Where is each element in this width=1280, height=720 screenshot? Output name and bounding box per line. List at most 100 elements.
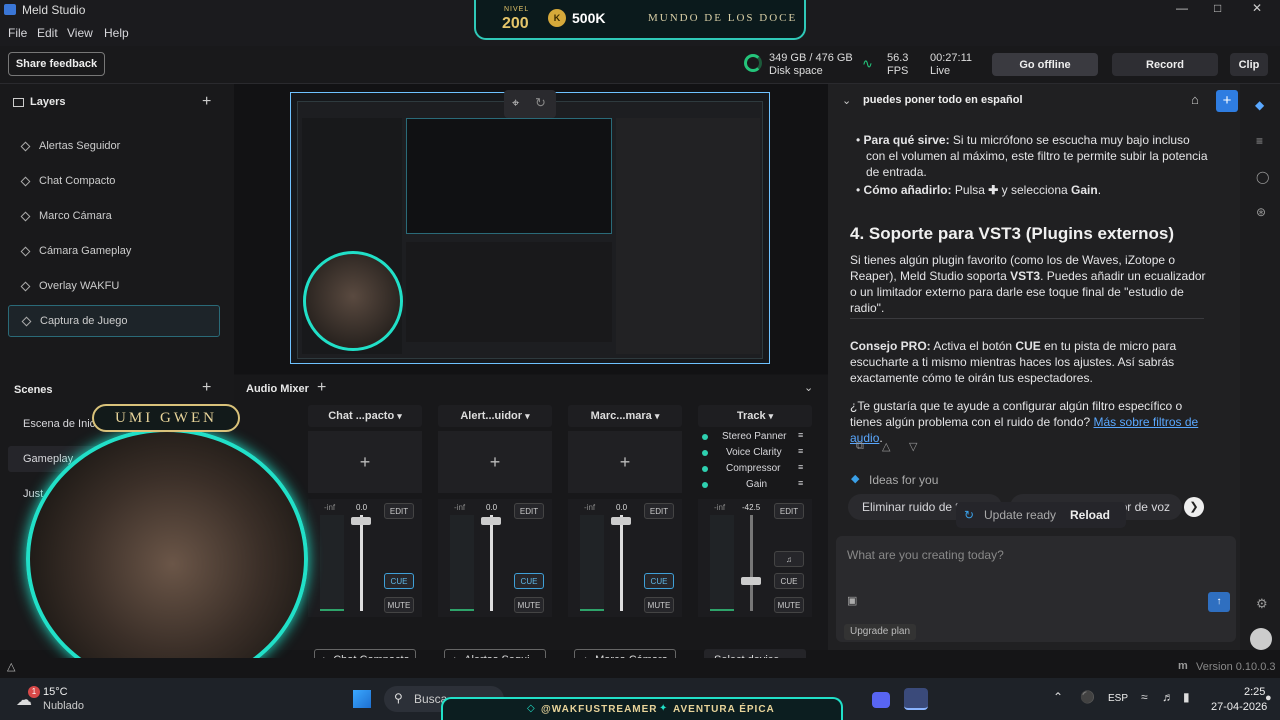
menu-edit[interactable]: Edit — [37, 26, 58, 40]
layer-alertas-seguidor[interactable]: Alertas Seguidor — [8, 130, 220, 162]
thumbs-down-icon[interactable]: ▽ — [909, 440, 917, 453]
layer-overlay-wakfu[interactable]: Overlay WAKFU — [8, 270, 220, 302]
scene-item[interactable]: Just — [23, 488, 43, 500]
edit-button[interactable]: EDIT — [774, 503, 804, 519]
start-button[interactable] — [353, 690, 371, 708]
menu-help[interactable]: Help — [104, 26, 129, 40]
mute-button[interactable]: MUTE — [644, 597, 674, 613]
crop-icon[interactable]: ⌖ — [512, 95, 519, 111]
reload-button[interactable]: Reload — [1070, 502, 1110, 528]
settings-icon[interactable]: ⚙ — [1256, 596, 1268, 612]
preview-canvas[interactable]: ⌖ ↻ — [234, 84, 828, 374]
close-icon[interactable]: ✕ — [1252, 1, 1262, 15]
rotate-icon[interactable]: ↻ — [535, 95, 546, 111]
add-layer-button[interactable]: + — [202, 93, 211, 111]
add-filter-button[interactable]: + — [438, 431, 552, 493]
clock-date[interactable]: 27-04-2026 — [1211, 701, 1267, 713]
ai-assistant-icon[interactable]: ◆ — [1255, 98, 1264, 112]
discord-icon[interactable] — [872, 692, 890, 708]
home-icon[interactable]: ⌂ — [1191, 92, 1199, 107]
preview-frame[interactable] — [290, 92, 770, 364]
add-source-button[interactable]: + — [317, 379, 326, 397]
fader-track[interactable] — [620, 515, 623, 611]
notification-bell-icon[interactable]: ● — [1265, 692, 1272, 704]
filter-item[interactable]: Stereo Panner ≡ — [698, 429, 812, 445]
sliders-icon[interactable]: ≡ — [798, 462, 803, 472]
add-scene-button[interactable]: + — [202, 379, 211, 397]
fader-handle[interactable] — [741, 577, 761, 585]
adjust-icon[interactable]: ≡ — [1256, 134, 1263, 148]
edit-button[interactable]: EDIT — [514, 503, 544, 519]
fps-value: 56.3 — [887, 52, 909, 64]
mute-button[interactable]: MUTE — [514, 597, 544, 613]
filter-item[interactable]: Gain ≡ — [698, 477, 812, 493]
clock-time[interactable]: 2:25 — [1244, 686, 1265, 698]
fader-handle[interactable] — [351, 517, 371, 525]
battery-icon[interactable]: ▮ — [1183, 690, 1190, 704]
copy-icon[interactable]: ⧉ — [856, 440, 864, 453]
chat-input[interactable]: What are you creating today? — [847, 548, 1004, 562]
channel-header[interactable]: Marc...mara ▾ — [568, 405, 682, 427]
chevron-down-icon[interactable]: ⌄ — [842, 94, 851, 107]
cue-button[interactable]: CUE — [384, 573, 414, 589]
warning-icon[interactable]: △ — [7, 660, 15, 673]
share-feedback-button[interactable]: Share feedback — [8, 52, 105, 76]
menu-file[interactable]: File — [8, 26, 27, 40]
edit-button[interactable]: EDIT — [384, 503, 414, 519]
clip-button[interactable]: Clip — [1230, 53, 1268, 76]
go-offline-button[interactable]: Go offline — [992, 53, 1098, 76]
thumbs-up-icon[interactable]: △ — [882, 440, 890, 453]
broadcast-icon[interactable]: ⊛ — [1256, 205, 1266, 219]
meld-taskbar-icon[interactable] — [904, 688, 928, 710]
avatar[interactable] — [1250, 628, 1272, 650]
language-indicator[interactable]: ESP — [1108, 693, 1128, 704]
upgrade-plan-button[interactable]: Upgrade plan — [844, 624, 917, 640]
chat-icon[interactable]: ◯ — [1256, 170, 1269, 184]
add-filter-button[interactable]: + — [308, 431, 422, 493]
filter-item[interactable]: Compressor ≡ — [698, 461, 812, 477]
cue-button[interactable]: CUE — [644, 573, 674, 589]
image-upload-icon[interactable]: ▣ — [847, 594, 857, 607]
wifi-icon[interactable]: ≈ — [1141, 690, 1148, 704]
headphones-icon[interactable]: ♫ — [774, 551, 804, 567]
add-filter-button[interactable]: + — [568, 431, 682, 493]
cue-button[interactable]: CUE — [514, 573, 544, 589]
sliders-icon[interactable]: ≡ — [798, 446, 803, 456]
scene-item[interactable]: Escena de Inic — [23, 418, 95, 430]
fader-track[interactable] — [360, 515, 363, 611]
fader-handle[interactable] — [611, 517, 631, 525]
fader-track[interactable] — [750, 515, 753, 611]
send-button[interactable]: ↑ — [1208, 592, 1230, 612]
next-ideas-button[interactable]: ❯ — [1184, 497, 1204, 517]
maximize-icon[interactable]: □ — [1214, 1, 1221, 15]
menu-view[interactable]: View — [67, 26, 93, 40]
edit-button[interactable]: EDIT — [644, 503, 674, 519]
track-header[interactable]: Track ▾ — [698, 405, 812, 427]
new-chat-button[interactable]: + — [1216, 90, 1238, 112]
db-value: 0.0 — [616, 503, 628, 512]
record-button[interactable]: Record — [1112, 53, 1218, 76]
mixer-title: Audio Mixer — [246, 383, 309, 395]
layer-marco-camara[interactable]: Marco Cámara — [8, 200, 220, 232]
sliders-icon[interactable]: ≡ — [798, 430, 803, 440]
channel-header[interactable]: Chat ...pacto ▾ — [308, 405, 422, 427]
tray-chevron-icon[interactable]: ⌃ — [1053, 690, 1063, 704]
sliders-icon[interactable]: ≡ — [798, 478, 803, 488]
fader-handle[interactable] — [481, 517, 501, 525]
collapse-mixer-icon[interactable]: ⌄ — [804, 381, 813, 394]
channel-header[interactable]: Alert...uidor ▾ — [438, 405, 552, 427]
cue-button[interactable]: CUE — [774, 573, 804, 589]
microphone-icon[interactable]: ⚫ — [1080, 690, 1095, 704]
mute-button[interactable]: MUTE — [384, 597, 414, 613]
layer-chat-compacto[interactable]: Chat Compacto — [8, 165, 220, 197]
diamond-icon — [20, 211, 31, 221]
fader-track[interactable] — [490, 515, 493, 611]
minimize-icon[interactable]: — — [1176, 1, 1188, 15]
chat-composer[interactable]: What are you creating today? ▣ ↑ Upgrade… — [836, 536, 1236, 642]
filter-item[interactable]: Voice Clarity ≡ — [698, 445, 812, 461]
layer-camara-gameplay[interactable]: Cámara Gameplay — [8, 235, 220, 267]
mute-button[interactable]: MUTE — [774, 597, 804, 613]
channel-name: Marc...mara — [590, 410, 652, 422]
layer-captura-de-juego[interactable]: Captura de Juego — [8, 305, 220, 337]
volume-icon[interactable]: ♬ — [1162, 690, 1174, 704]
